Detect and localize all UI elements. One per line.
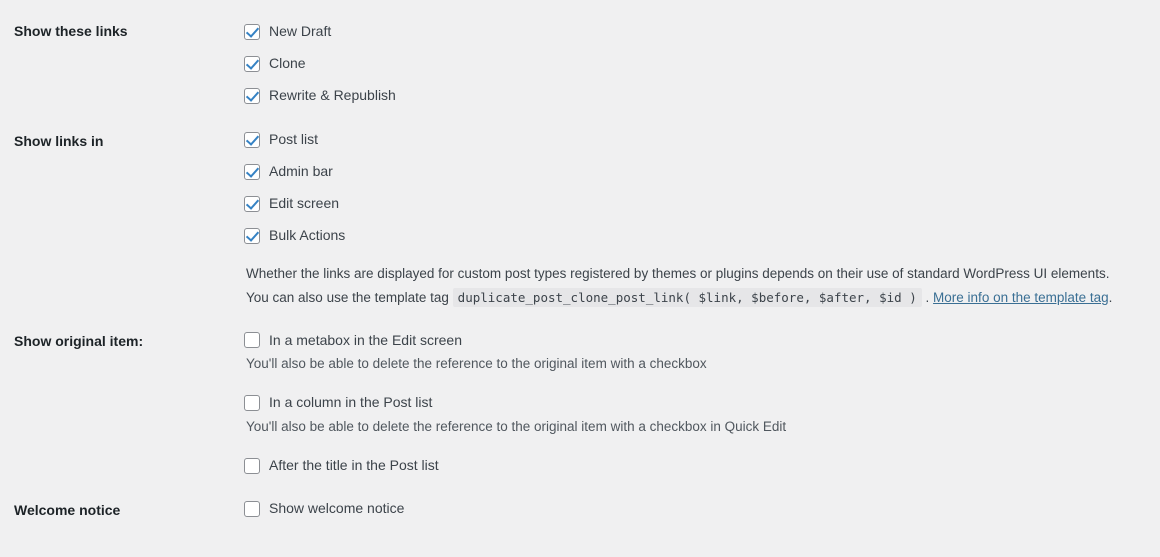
checkbox-label-show-welcome-notice: Show welcome notice <box>269 500 405 517</box>
show-links-in-description: Whether the links are displayed for cust… <box>244 264 1160 309</box>
checkbox-row-admin-bar[interactable]: Admin bar <box>244 160 1160 183</box>
checkbox-metabox-edit-screen[interactable] <box>244 332 260 349</box>
checkbox-bulk-actions[interactable] <box>244 227 260 244</box>
checkbox-label-bulk-actions: Bulk Actions <box>269 226 346 243</box>
option-group-column-post-list: In a column in the Post list You'll also… <box>244 392 1160 438</box>
checkbox-label-edit-screen: Edit screen <box>269 194 340 211</box>
settings-row-show-original-item: Show original item: In a metabox in the … <box>0 309 1160 478</box>
description-line-2-suffix: . <box>1108 289 1113 305</box>
checkbox-label-post-list: Post list <box>269 130 319 147</box>
checkbox-row-show-welcome-notice[interactable]: Show welcome notice <box>244 498 1160 521</box>
checkbox-rewrite-republish[interactable] <box>244 87 260 104</box>
settings-row-show-links-in: Show links in Post list Admin bar Edit s… <box>0 107 1160 309</box>
checkbox-label-rewrite-republish: Rewrite & Republish <box>269 86 396 103</box>
checkbox-column-post-list[interactable] <box>244 395 260 412</box>
description-line-2: You can also use the template tag duplic… <box>246 287 1160 309</box>
option-group-after-title: After the title in the Post list <box>244 455 1160 478</box>
settings-row-show-these-links: Show these links New Draft Clone Rewrite… <box>0 0 1160 107</box>
row-field-show-original-item: In a metabox in the Edit screen You'll a… <box>244 309 1160 478</box>
template-tag-code: duplicate_post_clone_post_link( $link, $… <box>452 287 922 307</box>
checkbox-label-admin-bar: Admin bar <box>269 162 333 179</box>
row-field-show-links-in: Post list Admin bar Edit screen Bulk Act… <box>244 107 1160 309</box>
checkbox-row-bulk-actions[interactable]: Bulk Actions <box>244 224 1160 247</box>
checkbox-edit-screen[interactable] <box>244 195 260 212</box>
checkbox-label-column-post-list: In a column in the Post list <box>269 394 433 411</box>
description-line-1: Whether the links are displayed for cust… <box>246 266 1110 281</box>
helper-text-metabox-edit-screen: You'll also be able to delete the refere… <box>246 355 707 371</box>
checkbox-row-metabox-edit-screen[interactable]: In a metabox in the Edit screen <box>244 329 1160 352</box>
row-field-show-these-links: New Draft Clone Rewrite & Republish <box>244 0 1160 107</box>
row-label-welcome-notice: Welcome notice <box>14 501 121 518</box>
checkbox-row-clone[interactable]: Clone <box>244 52 1160 75</box>
checkbox-label-clone: Clone <box>269 54 306 71</box>
row-label-show-original-item: Show original item: <box>14 332 144 349</box>
description-line-2-separator: . <box>925 289 930 305</box>
row-label-show-these-links: Show these links <box>14 23 128 39</box>
row-label-show-links-in: Show links in <box>14 133 104 149</box>
checkbox-admin-bar[interactable] <box>244 163 260 180</box>
checkbox-new-draft[interactable] <box>244 23 260 40</box>
checkbox-row-new-draft[interactable]: New Draft <box>244 20 1160 43</box>
settings-form: Show these links New Draft Clone Rewrite… <box>0 0 1160 521</box>
option-group-metabox: In a metabox in the Edit screen You'll a… <box>244 329 1160 375</box>
checkbox-after-title-post-list[interactable] <box>244 458 260 475</box>
checkbox-row-rewrite-republish[interactable]: Rewrite & Republish <box>244 84 1160 107</box>
checkbox-post-list[interactable] <box>244 131 260 148</box>
settings-row-welcome-notice: Welcome notice Show welcome notice <box>0 478 1160 521</box>
description-line-2-prefix: You can also use the template tag <box>246 289 449 305</box>
checkbox-row-column-post-list[interactable]: In a column in the Post list <box>244 392 1160 415</box>
checkbox-label-new-draft: New Draft <box>269 22 332 39</box>
checkbox-label-after-title-post-list: After the title in the Post list <box>269 457 439 474</box>
helper-text-column-post-list: You'll also be able to delete the refere… <box>246 418 787 434</box>
row-field-welcome-notice: Show welcome notice <box>244 478 1160 521</box>
checkbox-clone[interactable] <box>244 55 260 72</box>
checkbox-label-metabox-edit-screen: In a metabox in the Edit screen <box>269 331 462 348</box>
checkbox-row-post-list[interactable]: Post list <box>244 128 1160 151</box>
checkbox-show-welcome-notice[interactable] <box>244 501 260 518</box>
checkbox-row-edit-screen[interactable]: Edit screen <box>244 192 1160 215</box>
checkbox-row-after-title-post-list[interactable]: After the title in the Post list <box>244 455 1160 478</box>
more-info-template-tag-link[interactable]: More info on the template tag <box>933 290 1109 305</box>
